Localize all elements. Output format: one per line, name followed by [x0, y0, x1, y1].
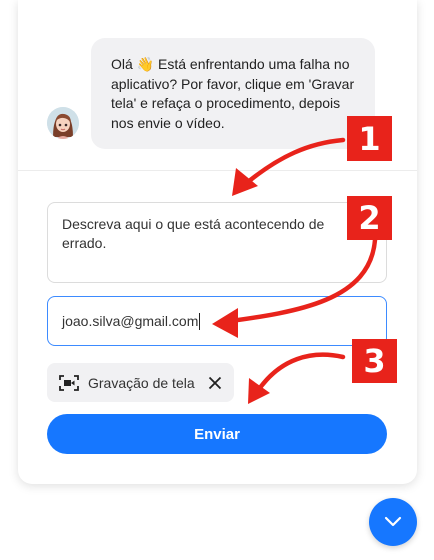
annotation-arrow-2	[220, 237, 378, 325]
annotation-arrow-1	[240, 137, 346, 189]
annotation-badge-1: 1	[347, 116, 392, 161]
annotation-arrowhead-1	[232, 168, 258, 196]
annotation-badge-2: 2	[347, 196, 392, 240]
annotation-arrowhead-2	[212, 308, 238, 338]
annotation-arrows	[212, 137, 378, 404]
annotation-badge-3: 3	[352, 339, 397, 383]
annotation-arrow-3	[254, 352, 346, 395]
